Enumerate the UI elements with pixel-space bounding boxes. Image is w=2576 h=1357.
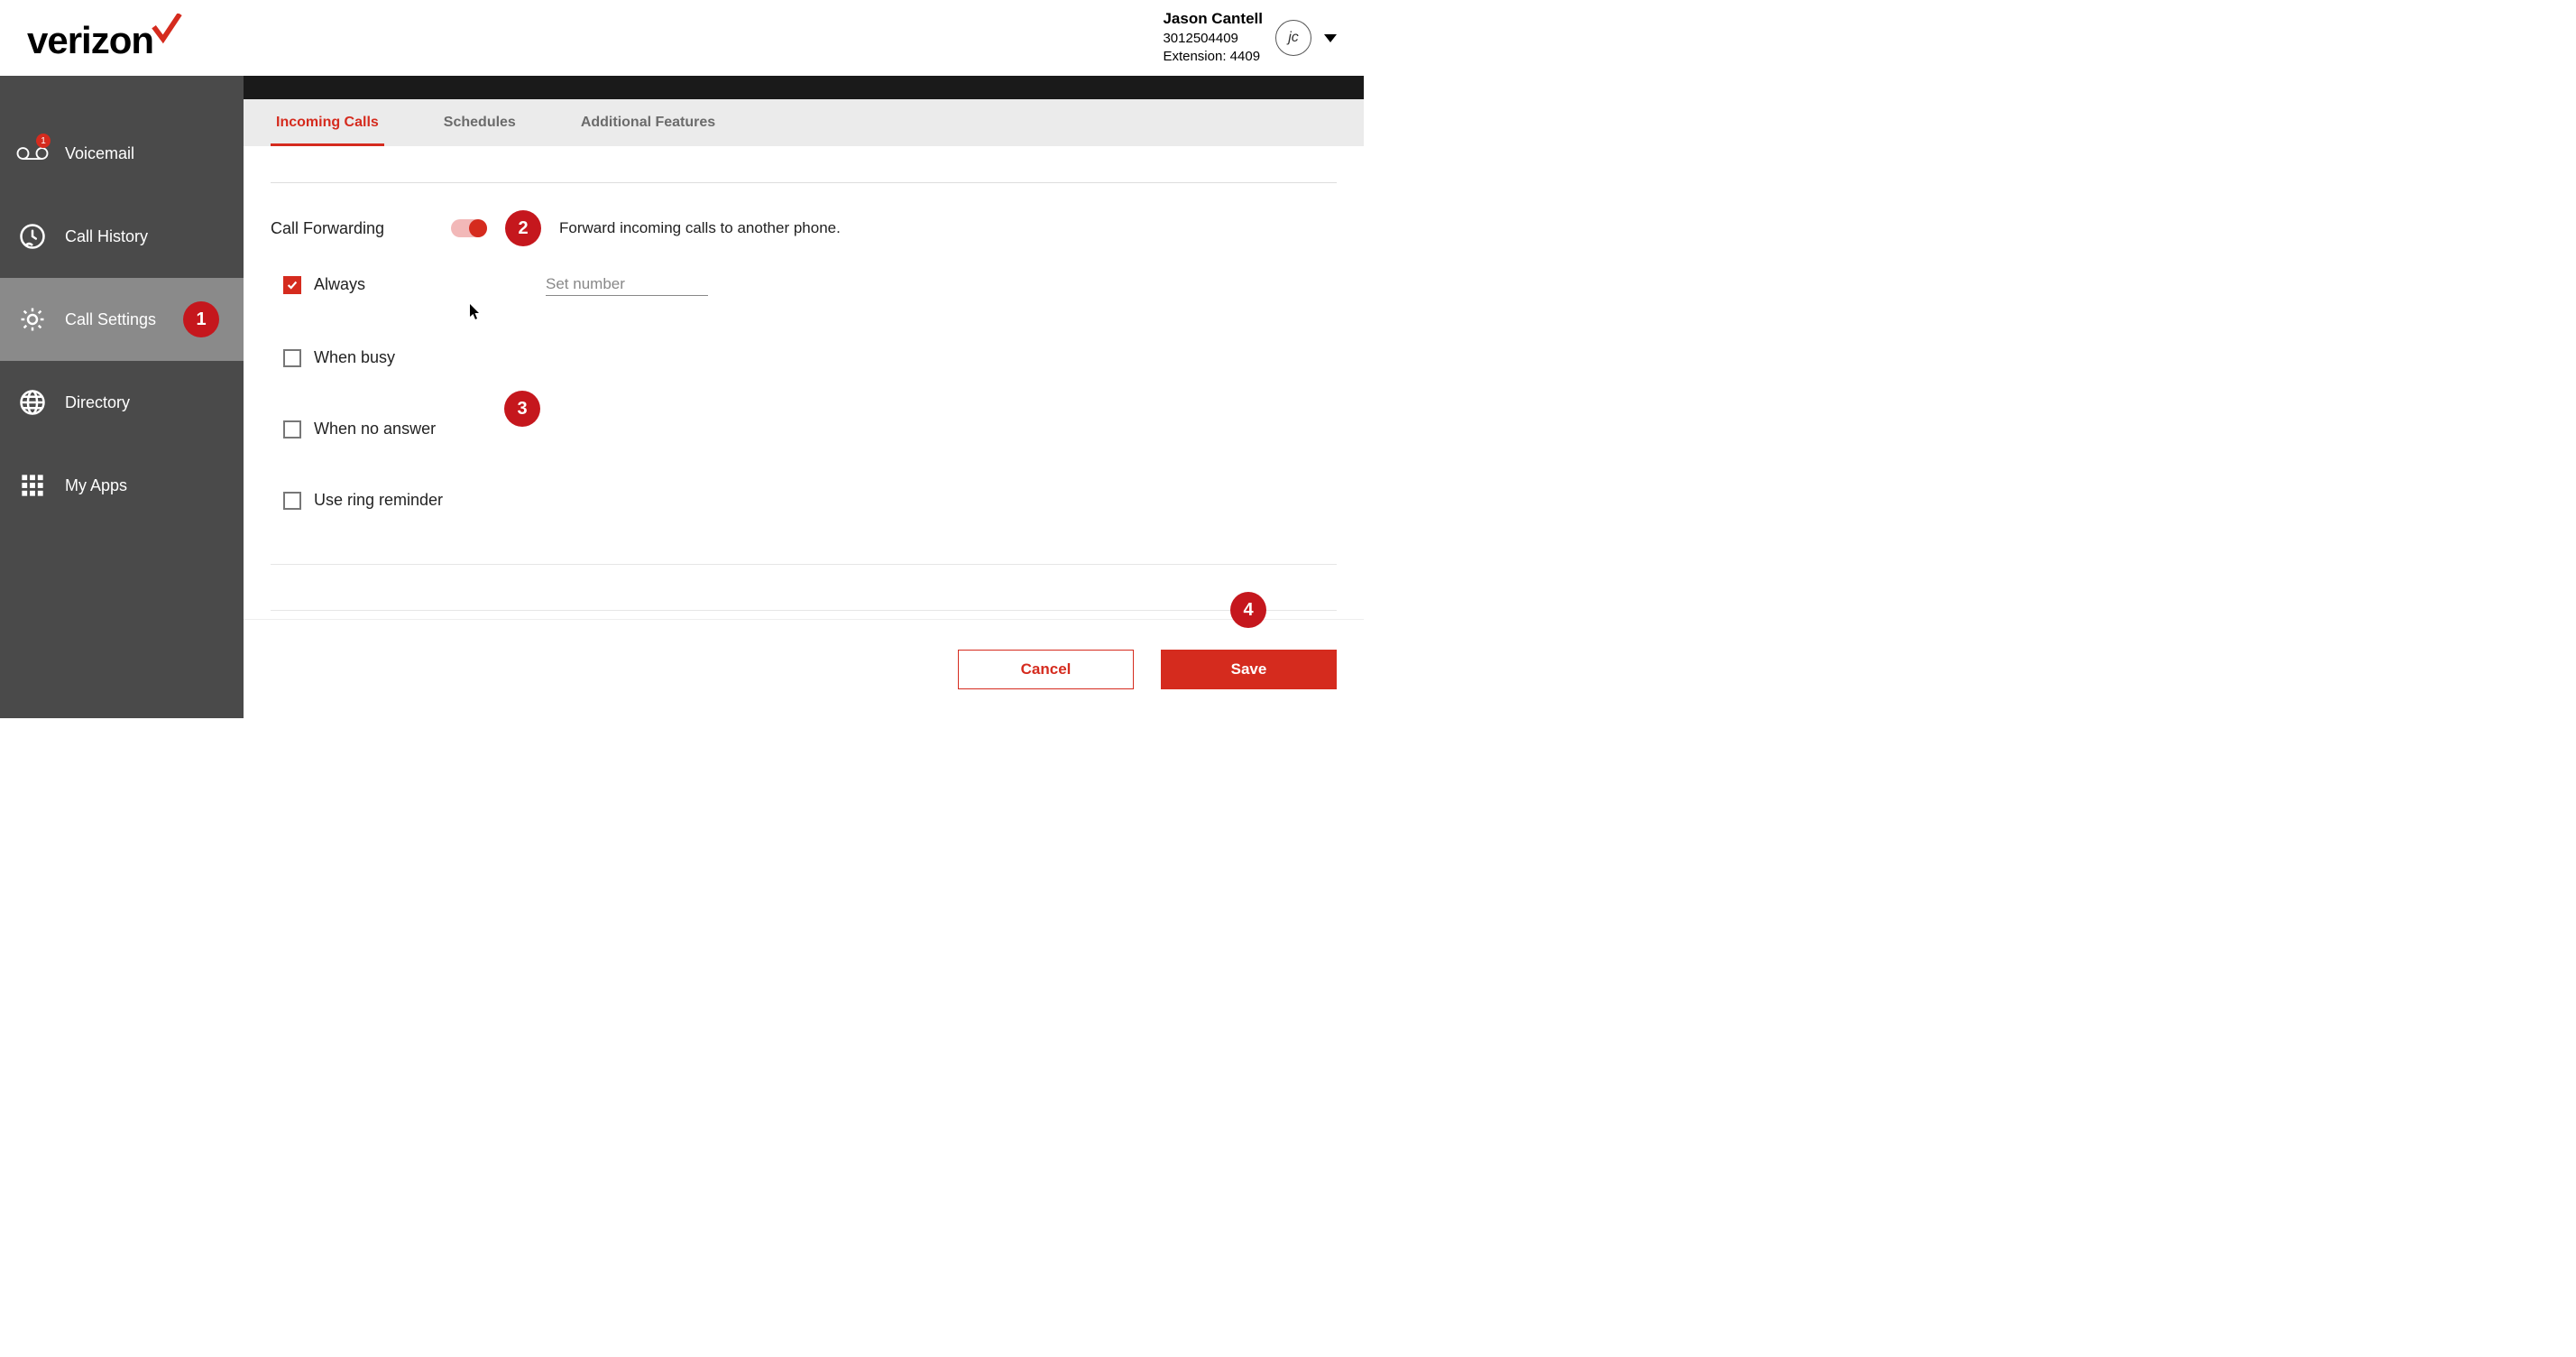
option-label: Use ring reminder [314,491,443,510]
tab-label: Incoming Calls [276,115,379,131]
callout-1: 1 [183,301,219,337]
checkbox-when-busy[interactable] [283,349,301,367]
sidebar-item-label: Voicemail [65,144,134,163]
sidebar-item-my-apps[interactable]: My Apps [0,444,244,527]
save-button[interactable]: Save [1161,650,1337,689]
option-label: When no answer [314,420,436,438]
callout-2: 2 [505,210,541,246]
callout-3: 3 [504,391,540,427]
tab-additional-features[interactable]: Additional Features [575,99,721,146]
option-row-ring-reminder: Use ring reminder [283,491,1337,510]
option-row-always: Always [283,273,1337,296]
option-label: Always [314,275,365,294]
user-block[interactable]: Jason Cantell 3012504409 Extension: 4409… [1163,9,1337,66]
avatar[interactable]: jc [1275,20,1311,56]
call-forwarding-row: Call Forwarding 2 Forward incoming calls… [271,210,1337,246]
user-info: Jason Cantell 3012504409 Extension: 4409 [1163,9,1263,66]
avatar-initials: jc [1288,30,1299,46]
user-name: Jason Cantell [1163,9,1263,30]
call-forwarding-options: Always When busy When [283,273,1337,510]
sidebar-item-call-history[interactable]: Call History [0,195,244,278]
cancel-button[interactable]: Cancel [958,650,1134,689]
call-forwarding-title: Call Forwarding [271,219,433,238]
checkbox-always[interactable] [283,276,301,294]
main: Incoming Calls Schedules Additional Feat… [244,76,1364,718]
tabbar: Incoming Calls Schedules Additional Feat… [244,99,1364,146]
verizon-check-icon [152,14,182,44]
footer-bar: 4 Cancel Save [244,619,1364,718]
option-label: When busy [314,348,395,367]
checkbox-ring-reminder[interactable] [283,492,301,510]
sidebar-item-label: Call Settings [65,310,156,329]
divider [271,182,1337,183]
sidebar-item-label: Directory [65,393,130,412]
button-label: Save [1231,660,1267,678]
content: Call Forwarding 2 Forward incoming calls… [244,146,1364,718]
sidebar-item-label: My Apps [65,476,127,495]
globe-icon [16,386,49,419]
chevron-down-icon[interactable] [1324,34,1337,42]
option-row-when-busy: When busy [283,348,1337,367]
brand-name: verizon [27,19,153,62]
callout-4-overlay: 4 [1230,592,1266,628]
tab-label: Schedules [444,115,516,131]
apps-grid-icon [16,469,49,502]
set-number-input[interactable] [546,273,708,296]
call-forwarding-toggle[interactable] [451,219,487,237]
dark-strip [244,76,1364,99]
option-row-when-no-answer: When no answer [283,420,1337,438]
sidebar-item-call-settings[interactable]: Call Settings 1 [0,278,244,361]
button-label: Cancel [1021,660,1072,678]
header: verizon Jason Cantell 3012504409 Extensi… [0,0,1364,76]
sidebar-item-label: Call History [65,227,148,246]
brand-logo: verizon [27,14,182,62]
voicemail-badge: 1 [36,134,51,148]
tab-schedules[interactable]: Schedules [438,99,521,146]
sidebar: 1 Voicemail Call History Call Settings 1… [0,76,244,718]
sidebar-item-voicemail[interactable]: 1 Voicemail [0,112,244,195]
tab-label: Additional Features [581,115,715,131]
tab-incoming-calls[interactable]: Incoming Calls [271,99,384,146]
checkbox-when-no-answer[interactable] [283,420,301,438]
sidebar-item-directory[interactable]: Directory [0,361,244,444]
cursor-icon [470,304,481,320]
call-history-icon [16,220,49,253]
call-forwarding-description: Forward incoming calls to another phone. [559,219,841,237]
gear-icon [16,303,49,336]
user-phone: 3012504409 [1163,30,1263,48]
user-extension: Extension: 4409 [1163,48,1263,66]
